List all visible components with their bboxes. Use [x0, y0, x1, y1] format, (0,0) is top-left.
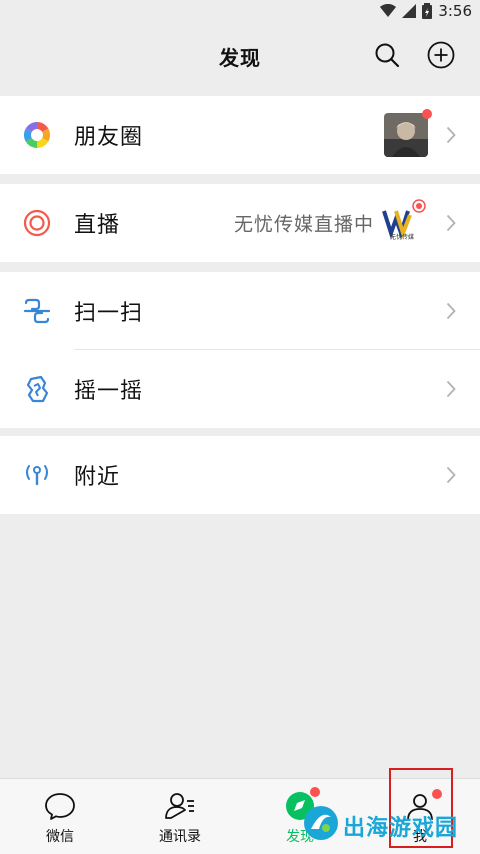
scan-icon — [22, 296, 52, 326]
shake-label: 摇一摇 — [74, 379, 144, 404]
tab-contacts[interactable]: 通讯录 — [120, 779, 240, 854]
watermark-logo-icon — [304, 806, 338, 840]
add-button[interactable] — [424, 38, 458, 72]
battery-icon — [422, 3, 433, 19]
live-row[interactable]: 直播 无忧传媒直播中 无忧传媒 — [0, 184, 480, 262]
add-icon — [427, 41, 455, 69]
moments-row[interactable]: 朋友圈 — [0, 96, 480, 174]
nearby-row[interactable]: 附近 — [0, 436, 480, 514]
shake-row[interactable]: 摇一摇 — [0, 350, 480, 428]
nearby-label: 附近 — [74, 465, 121, 490]
live-channel-logo: 无忧传媒 — [382, 199, 426, 243]
scan-row[interactable]: 扫一扫 — [0, 272, 480, 350]
live-icon — [22, 208, 52, 238]
chevron-right-icon — [446, 466, 456, 484]
shake-icon — [22, 374, 52, 404]
moments-new-dot — [422, 109, 432, 119]
chat-icon — [45, 793, 75, 820]
live-logo-text: 无忧传媒 — [389, 234, 414, 241]
live-group: 直播 无忧传媒直播中 无忧传媒 — [0, 184, 480, 262]
moments-icon — [22, 120, 52, 150]
live-label: 直播 — [74, 213, 121, 238]
scan-label: 扫一扫 — [74, 301, 144, 326]
search-button[interactable] — [370, 38, 404, 72]
live-status-text: 无忧传媒直播中 — [233, 213, 374, 236]
tools-group: 扫一扫 摇一摇 — [0, 272, 480, 428]
signal-icon — [402, 4, 417, 18]
status-time: 3:56 — [438, 2, 472, 20]
tab-chats[interactable]: 微信 — [0, 779, 120, 854]
chevron-right-icon — [446, 380, 456, 398]
search-icon — [375, 43, 400, 68]
contacts-icon — [165, 793, 194, 819]
watermark: 出海游戏园 — [300, 800, 472, 850]
moments-avatar — [384, 113, 428, 157]
moments-group: 朋友圈 — [0, 96, 480, 174]
nearby-icon — [22, 460, 52, 490]
moments-label: 朋友圈 — [74, 125, 144, 150]
status-bar: 3:56 — [0, 0, 480, 24]
discover-badge — [310, 787, 320, 797]
status-icons: 3:56 — [380, 2, 472, 20]
watermark-text: 出海游戏园 — [343, 816, 459, 841]
page-title: 发现 — [219, 46, 261, 70]
chevron-right-icon — [446, 302, 456, 320]
live-on-icon — [412, 199, 426, 213]
chevron-right-icon — [446, 126, 456, 144]
tab-label: 通讯录 — [159, 829, 201, 845]
top-bar: 发现 — [0, 24, 480, 88]
nearby-group: 附近 — [0, 436, 480, 514]
tab-label: 微信 — [46, 829, 74, 845]
chevron-right-icon — [446, 214, 456, 232]
wifi-icon — [380, 4, 397, 17]
